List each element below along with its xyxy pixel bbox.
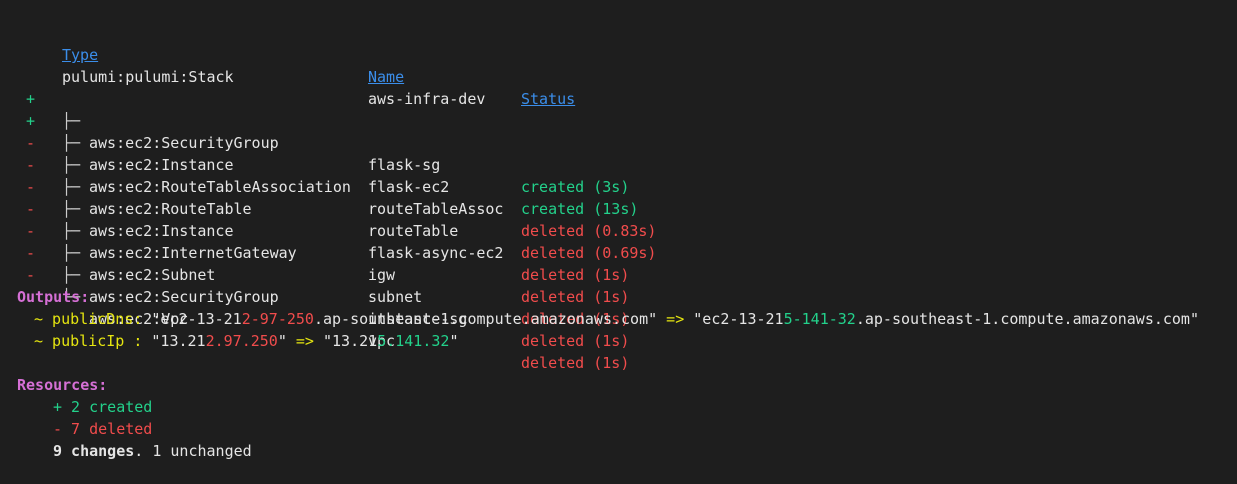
table-header: Type Name Status <box>0 22 1237 108</box>
resource-status: deleted (1s) <box>521 332 630 350</box>
table-row: - ├─ aws:ec2:RouteTable routeTable delet… <box>0 132 1237 262</box>
output-ip-arrow: => <box>286 332 323 350</box>
table-row: - └─ aws:ec2:Vpc vpc deleted (1s) <box>0 242 1237 372</box>
output-ip-new-prefix: "13.21 <box>323 332 378 350</box>
output-ip-old-diff: 2.97.250 <box>205 332 278 350</box>
table-row: - ├─ aws:ec2:Subnet subnet deleted (1s) <box>0 198 1237 328</box>
output-ip-key: ~ publicIp : <box>34 332 152 350</box>
output-ip-old-prefix: "13.21 <box>151 332 206 350</box>
terminal: Type Name Status pulumi:pulumi:Stack aws… <box>0 0 1237 460</box>
table-row: - ├─ aws:ec2:Instance flask-async-ec2 de… <box>0 154 1237 284</box>
unchanged-count: . 1 unchanged <box>134 442 252 460</box>
table-row: - ├─ aws:ec2:SecurityGroup instance-sg d… <box>0 220 1237 350</box>
resources-section: Resources: <box>0 352 1237 394</box>
table-row: - ├─ aws:ec2:InternetGateway igw deleted… <box>0 176 1237 306</box>
output-ip-old-suffix: " <box>277 332 287 350</box>
output-public-ip: ~ publicIp : "13.212.97.250" => "13.215.… <box>0 308 1237 350</box>
changes-count: 9 changes <box>53 442 135 460</box>
changes-summary: 9 changes. 1 unchanged <box>53 440 252 462</box>
table-row: + ├─ aws:ec2:Instance flask-ec2 created … <box>0 88 1237 218</box>
table-row: - ├─ aws:ec2:RouteTableAssociation route… <box>0 110 1237 240</box>
output-ip-line: ~ publicIp : "13.212.97.250" => "13.215.… <box>34 330 458 352</box>
output-public-dns: ~ publicDns: "ec2-13-212-97-250.ap-south… <box>0 286 1237 328</box>
table-row: + ├─ aws:ec2:SecurityGroup flask-sg crea… <box>0 66 1237 196</box>
resources-deleted: - 7 deleted <box>0 396 1237 438</box>
resources-created: + 2 created <box>0 374 1237 416</box>
output-ip-new-suffix: " <box>449 332 459 350</box>
resources-changes: 9 changes. 1 unchanged <box>0 418 1237 460</box>
stack-row: pulumi:pulumi:Stack aws-infra-dev <box>0 44 1237 108</box>
output-ip-new-diff: 5.141.32 <box>377 332 450 350</box>
outputs-section: Outputs: <box>0 264 1237 306</box>
